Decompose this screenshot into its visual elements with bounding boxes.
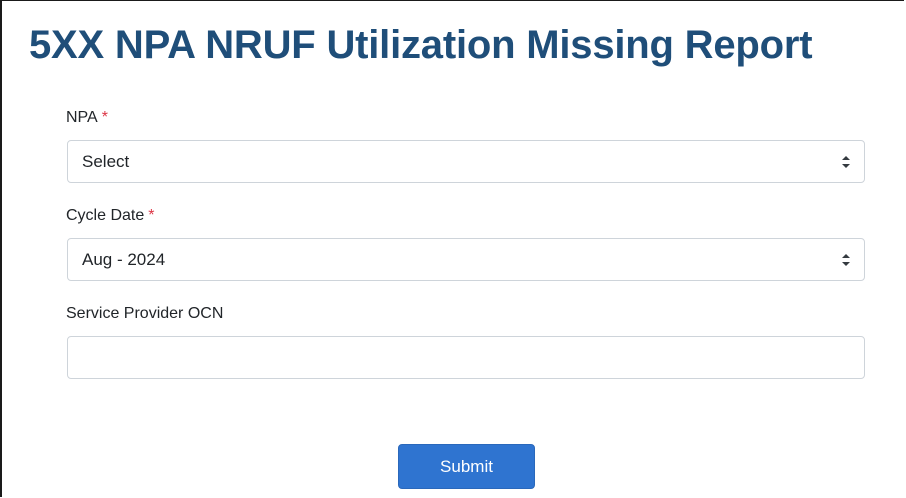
npa-label-text: NPA xyxy=(66,109,98,126)
npa-label: NPA * xyxy=(66,108,108,128)
npa-select[interactable]: Select xyxy=(67,140,865,183)
cycle-date-select[interactable]: Aug - 2024 xyxy=(67,238,865,281)
report-form-panel: 5XX NPA NRUF Utilization Missing Report … xyxy=(0,0,904,497)
cycle-date-selected-value: Aug - 2024 xyxy=(82,250,166,269)
cycle-date-label: Cycle Date * xyxy=(66,206,154,226)
page-title: 5XX NPA NRUF Utilization Missing Report xyxy=(29,23,813,67)
npa-selected-value: Select xyxy=(82,152,130,171)
sort-arrows-icon xyxy=(841,154,851,170)
submit-button[interactable]: Submit xyxy=(398,444,535,489)
service-provider-ocn-input[interactable] xyxy=(67,336,865,379)
cycle-date-required-marker: * xyxy=(148,207,155,224)
cycle-date-label-text: Cycle Date xyxy=(66,207,145,224)
service-provider-ocn-label: Service Provider OCN xyxy=(66,305,224,322)
sort-arrows-icon xyxy=(841,252,851,268)
npa-required-marker: * xyxy=(101,109,108,126)
